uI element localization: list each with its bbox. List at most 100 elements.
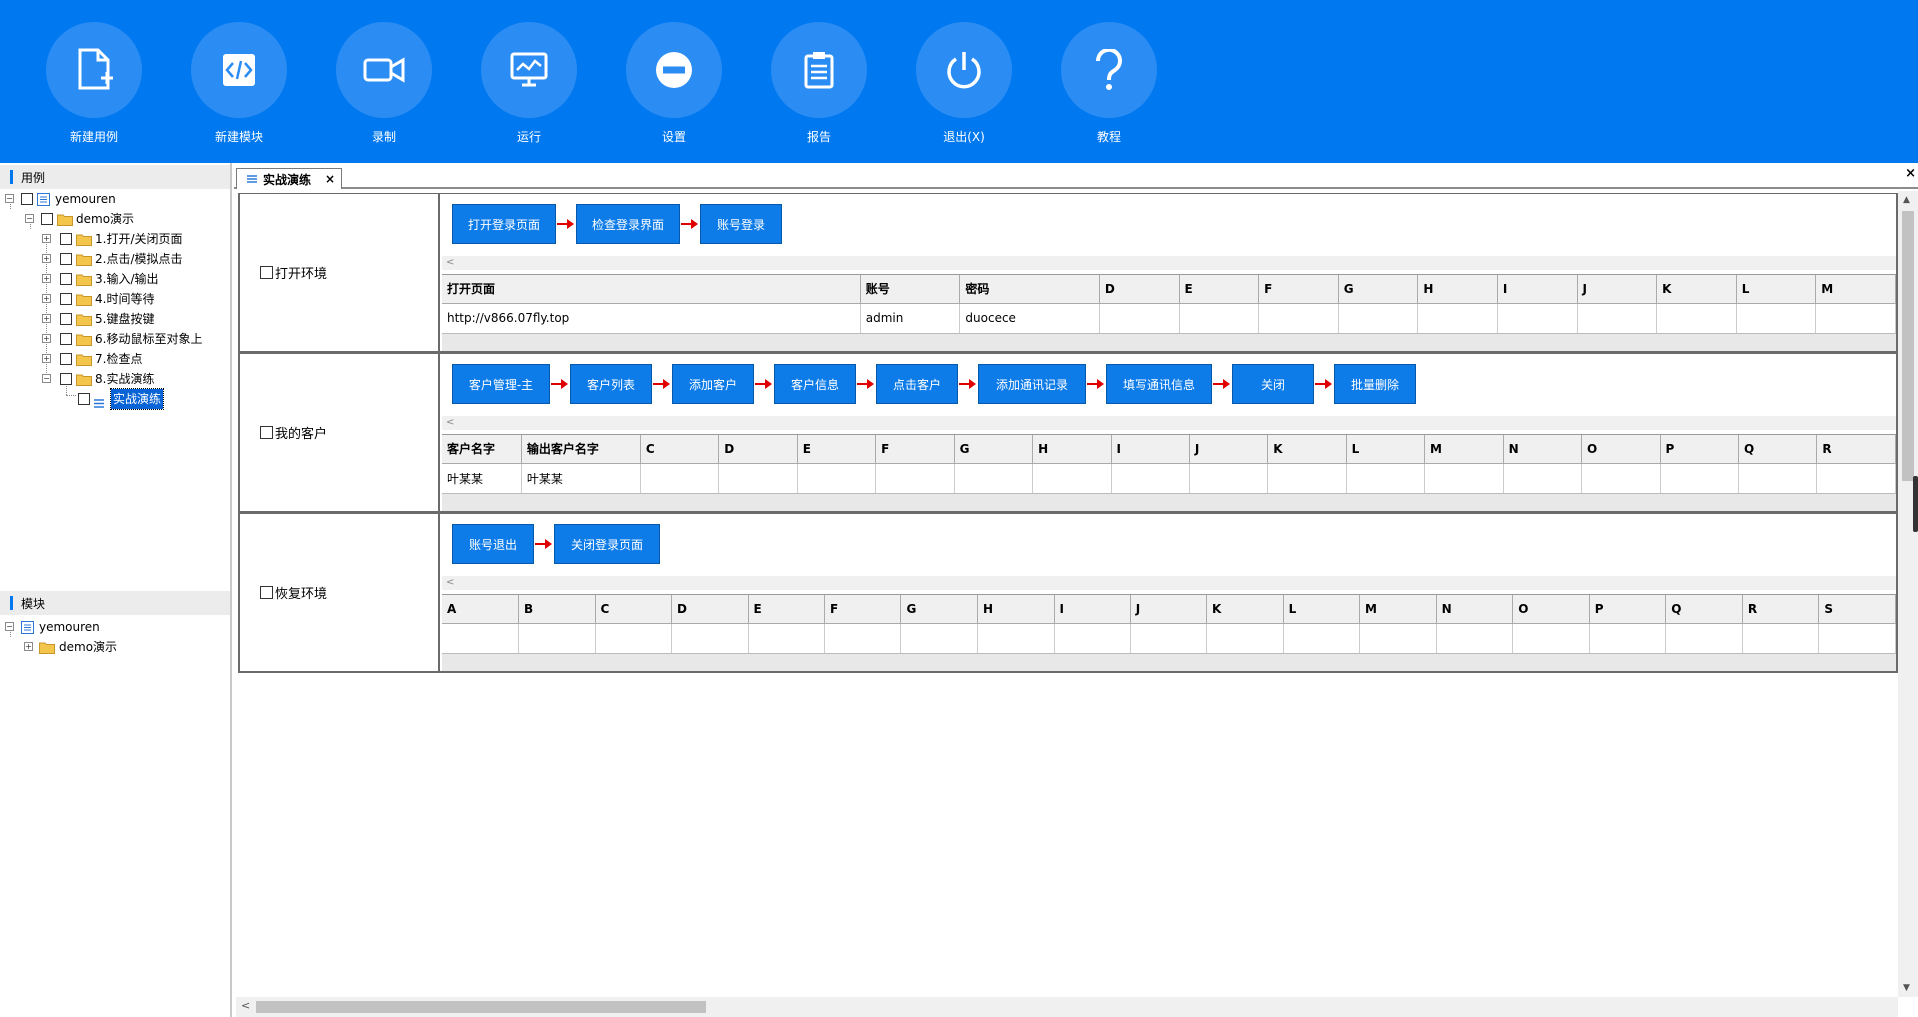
checkbox[interactable] bbox=[60, 353, 72, 365]
scrollbar-thumb[interactable] bbox=[256, 1001, 706, 1013]
column-header[interactable]: R bbox=[1816, 435, 1896, 464]
step-button[interactable]: 打开登录页面 bbox=[452, 204, 556, 244]
column-header[interactable]: M bbox=[1424, 435, 1504, 464]
scroll-down-icon[interactable]: ▼ bbox=[1903, 983, 1910, 993]
column-header[interactable]: K bbox=[1206, 595, 1284, 624]
column-header[interactable]: 账号 bbox=[860, 275, 961, 304]
grid-cell[interactable] bbox=[1818, 623, 1896, 654]
grid-cell[interactable] bbox=[1346, 463, 1426, 494]
column-header[interactable]: D bbox=[1099, 275, 1180, 304]
grid-cell[interactable] bbox=[1338, 303, 1419, 334]
grid-cell[interactable] bbox=[1130, 623, 1208, 654]
grid-cell[interactable] bbox=[718, 463, 798, 494]
grid-cell[interactable] bbox=[748, 623, 825, 654]
grid-cell[interactable] bbox=[442, 623, 519, 654]
grid-cell[interactable] bbox=[1736, 303, 1817, 334]
column-header[interactable]: I bbox=[1111, 435, 1190, 464]
step-button[interactable]: 账号退出 bbox=[452, 524, 534, 564]
tree-node-item[interactable]: − 8.实战演练 bbox=[0, 369, 230, 389]
column-header[interactable]: 密码 bbox=[959, 275, 1100, 304]
column-header[interactable]: F bbox=[824, 595, 902, 624]
checkbox[interactable] bbox=[60, 333, 72, 345]
grid-cell[interactable] bbox=[1656, 303, 1737, 334]
grid-cell[interactable] bbox=[1497, 303, 1578, 334]
grid-cell[interactable] bbox=[1179, 303, 1260, 334]
step-button[interactable]: 检查登录界面 bbox=[576, 204, 680, 244]
exit-button[interactable]: 退出(X) bbox=[914, 22, 1014, 145]
grid-cell[interactable] bbox=[1099, 303, 1180, 334]
step-button[interactable]: 填写通讯信息 bbox=[1106, 364, 1212, 404]
step-button[interactable]: 添加通讯记录 bbox=[978, 364, 1086, 404]
column-header[interactable]: H bbox=[1417, 275, 1498, 304]
grid-cell[interactable]: 叶某某 bbox=[442, 463, 522, 494]
scrollbar-thumb[interactable] bbox=[1902, 211, 1914, 481]
column-header[interactable]: F bbox=[1258, 275, 1339, 304]
checkbox[interactable] bbox=[260, 586, 273, 599]
column-header[interactable]: A bbox=[442, 595, 519, 624]
new-case-button[interactable]: 新建用例 bbox=[44, 22, 144, 145]
column-header[interactable]: N bbox=[1436, 595, 1514, 624]
checkbox[interactable] bbox=[60, 273, 72, 285]
grid-cell[interactable] bbox=[1738, 463, 1818, 494]
column-header[interactable]: E bbox=[748, 595, 825, 624]
column-header[interactable]: J bbox=[1189, 435, 1269, 464]
close-tab-icon[interactable]: × bbox=[325, 172, 335, 186]
column-header[interactable]: C bbox=[640, 435, 720, 464]
grid-cell[interactable] bbox=[954, 463, 1034, 494]
column-header[interactable]: 输出客户名字 bbox=[521, 435, 641, 464]
column-header[interactable]: I bbox=[1054, 595, 1131, 624]
grid-cell[interactable] bbox=[1742, 623, 1820, 654]
step-button[interactable]: 批量删除 bbox=[1334, 364, 1416, 404]
tree-node-item[interactable]: + 4.时间等待 bbox=[0, 289, 230, 309]
grid-cell[interactable] bbox=[640, 463, 720, 494]
checkbox[interactable] bbox=[60, 293, 72, 305]
grid-cell[interactable] bbox=[1258, 303, 1339, 334]
step-button[interactable]: 添加客户 bbox=[672, 364, 754, 404]
column-header[interactable]: G bbox=[900, 595, 978, 624]
column-header[interactable]: O bbox=[1512, 595, 1590, 624]
column-header[interactable]: M bbox=[1359, 595, 1437, 624]
column-header[interactable]: P bbox=[1660, 435, 1739, 464]
column-header[interactable]: F bbox=[875, 435, 955, 464]
row-label[interactable]: 我的客户 bbox=[240, 354, 440, 511]
column-header[interactable]: M bbox=[1815, 275, 1896, 304]
grid-cell[interactable] bbox=[1503, 463, 1583, 494]
grid-cell[interactable] bbox=[824, 623, 902, 654]
row-label[interactable]: 恢复环境 bbox=[240, 514, 440, 671]
tree-node-leaf-selected[interactable]: 实战演练 bbox=[0, 388, 230, 410]
checkbox[interactable] bbox=[60, 253, 72, 265]
step-button[interactable]: 关闭 bbox=[1232, 364, 1314, 404]
column-header[interactable]: N bbox=[1503, 435, 1583, 464]
tree-node-folder[interactable]: + demo演示 bbox=[0, 637, 230, 657]
step-button[interactable]: 点击客户 bbox=[876, 364, 958, 404]
horizontal-scrollbar[interactable]: < bbox=[442, 416, 1896, 430]
column-header[interactable]: H bbox=[1032, 435, 1112, 464]
grid-cell[interactable]: duocece bbox=[959, 303, 1100, 334]
new-module-button[interactable]: 新建模块 bbox=[189, 22, 289, 145]
column-header[interactable]: G bbox=[954, 435, 1034, 464]
column-header[interactable]: D bbox=[718, 435, 798, 464]
grid-cell[interactable] bbox=[1359, 623, 1437, 654]
step-button[interactable]: 客户列表 bbox=[570, 364, 652, 404]
grid-cell[interactable] bbox=[1417, 303, 1498, 334]
grid-cell[interactable] bbox=[1206, 623, 1284, 654]
column-header[interactable]: H bbox=[977, 595, 1055, 624]
grid-cell[interactable]: 叶某某 bbox=[521, 463, 641, 494]
column-header[interactable]: J bbox=[1577, 275, 1658, 304]
tutorial-button[interactable]: 教程 bbox=[1059, 22, 1159, 145]
checkbox[interactable] bbox=[78, 393, 90, 405]
checkbox[interactable] bbox=[260, 426, 273, 439]
column-header[interactable]: Q bbox=[1738, 435, 1818, 464]
grid-cell[interactable] bbox=[1665, 623, 1743, 654]
checkbox[interactable] bbox=[60, 313, 72, 325]
scroll-left-icon[interactable]: < bbox=[241, 999, 250, 1012]
column-header[interactable]: K bbox=[1656, 275, 1737, 304]
column-header[interactable]: C bbox=[595, 595, 672, 624]
grid-cell[interactable] bbox=[1436, 623, 1514, 654]
column-header[interactable]: E bbox=[797, 435, 877, 464]
tree-node-item[interactable]: + 6.移动鼠标至对象上 bbox=[0, 329, 230, 349]
side-handle[interactable] bbox=[1913, 476, 1918, 532]
step-button[interactable]: 客户管理-主 bbox=[452, 364, 550, 404]
run-button[interactable]: 运行 bbox=[479, 22, 579, 145]
grid-cell[interactable] bbox=[1283, 623, 1360, 654]
